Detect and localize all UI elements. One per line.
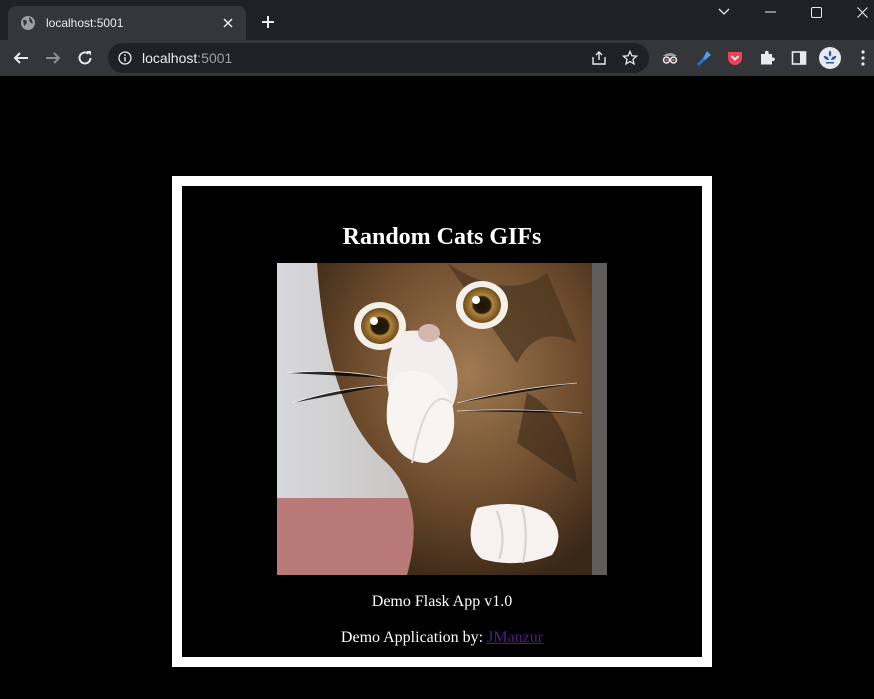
back-icon[interactable] xyxy=(9,46,33,70)
profile-avatar-icon[interactable] xyxy=(819,47,841,69)
bookmark-star-icon[interactable] xyxy=(620,48,640,68)
address-port: :5001 xyxy=(197,50,233,66)
browser-titlebar: localhost:5001 xyxy=(0,0,874,40)
page-viewport: Random Cats GIFs Demo Flask App v1.0 Dem… xyxy=(0,76,874,699)
browser-tab[interactable]: localhost:5001 xyxy=(8,6,246,40)
tab-title: localhost:5001 xyxy=(46,16,124,30)
cat-gif-image xyxy=(277,263,607,575)
share-icon[interactable] xyxy=(589,48,609,68)
maximize-icon[interactable] xyxy=(796,0,836,24)
side-panel-icon[interactable] xyxy=(788,47,810,69)
tab-search-chevron-icon[interactable] xyxy=(704,0,744,24)
tab-close-icon[interactable] xyxy=(220,15,236,31)
info-icon[interactable] xyxy=(118,51,132,65)
content-card: Random Cats GIFs Demo Flask App v1.0 Dem… xyxy=(172,176,712,667)
author-link[interactable]: JManzur xyxy=(487,629,543,646)
app-credit: Demo Application by: JManzur xyxy=(182,629,702,647)
globe-icon xyxy=(20,15,36,31)
puzzle-icon[interactable] xyxy=(756,47,778,69)
credit-prefix: Demo Application by: xyxy=(340,629,488,646)
forward-icon[interactable] xyxy=(41,46,65,70)
new-tab-icon[interactable] xyxy=(258,12,278,32)
app-version: Demo Flask App v1.0 xyxy=(371,593,513,610)
pocket-icon[interactable] xyxy=(724,47,746,69)
address-host: localhost xyxy=(142,50,198,66)
kebab-menu-icon[interactable] xyxy=(852,47,874,69)
reload-icon[interactable] xyxy=(73,46,97,70)
browser-toolbar: localhost:5001 xyxy=(0,40,874,76)
close-window-icon[interactable] xyxy=(842,0,874,24)
address-url[interactable]: localhost:5001 xyxy=(142,50,232,66)
spy-glasses-icon[interactable] xyxy=(659,47,681,69)
address-bar[interactable]: localhost:5001 xyxy=(108,43,649,73)
pen-tool-icon[interactable] xyxy=(692,47,714,69)
minimize-icon[interactable] xyxy=(750,0,790,24)
page-title: Random Cats GIFs xyxy=(342,224,542,250)
